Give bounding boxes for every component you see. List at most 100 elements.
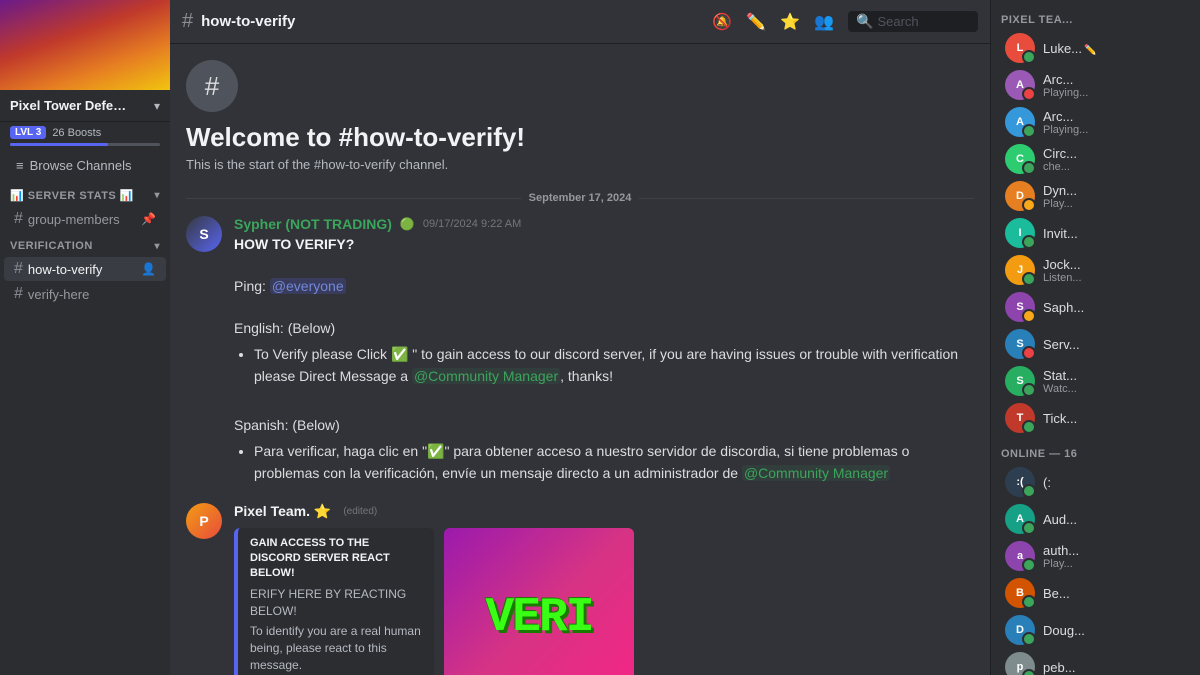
member-info-be: Be... <box>1043 586 1186 601</box>
boost-progress-fill <box>10 143 108 146</box>
member-info-peb: peb... <box>1043 660 1186 675</box>
member-dyn[interactable]: D Dyn... Play... <box>995 178 1196 214</box>
message-timestamp-sypher: 09/17/2024 9:22 AM <box>423 218 521 230</box>
bell-slash-icon[interactable]: 🔕 <box>712 12 732 32</box>
channel-welcome-title: Welcome to #how-to-verify! <box>186 122 525 153</box>
member-luke[interactable]: L Luke...✏️ <box>995 30 1196 66</box>
search-input[interactable] <box>877 14 967 29</box>
avatar-luke: L <box>1005 33 1035 63</box>
avatar-circ: C <box>1005 144 1035 174</box>
message-author-sypher: Sypher (NOT TRADING) <box>234 216 392 232</box>
member-aud[interactable]: A Aud... <box>995 501 1196 537</box>
hash-icon: # <box>205 71 219 102</box>
spanish-bullet-item: Para verificar, haga clic en "✅" para ob… <box>254 440 974 485</box>
online-section-title: ONLINE — 16 <box>991 442 1200 463</box>
member-status-arc1: Playing... <box>1043 87 1186 99</box>
channel-name-group-members: group-members <box>28 212 136 227</box>
date-divider-line-left <box>186 198 521 199</box>
member-circ[interactable]: C Circ... che... <box>995 141 1196 177</box>
channel-welcome-desc: This is the start of the #how-to-verify … <box>186 157 448 172</box>
member-arc1[interactable]: A Arc... Playing... <box>995 67 1196 103</box>
member-name-doug: Doug... <box>1043 623 1186 638</box>
channel-name-verify-here: verify-here <box>28 287 156 302</box>
avatar-saph: S <box>1005 292 1035 322</box>
avatar-be: B <box>1005 578 1035 608</box>
member-serv[interactable]: S Serv... <box>995 326 1196 362</box>
member-be[interactable]: B Be... <box>995 575 1196 611</box>
search-bar[interactable]: 🔍 <box>848 11 978 32</box>
avatar-aud: A <box>1005 504 1035 534</box>
member-status-jock: Listen... <box>1043 272 1186 284</box>
main-content: # how-to-verify 🔕 ✏️ ⭐ 👥 🔍 # Welcome to … <box>170 0 990 675</box>
message-content-pixel-team: Pixel Team. ⭐ (edited) GAIN ACCESS TO TH… <box>234 503 974 675</box>
server-banner <box>0 0 170 90</box>
search-icon: 🔍 <box>856 13 873 30</box>
member-name-auth: auth... <box>1043 543 1186 558</box>
embed-text: GAIN ACCESS TO THE DISCORD SERVER REACT … <box>234 528 434 675</box>
member-info-arc1: Arc... Playing... <box>1043 72 1186 99</box>
member-name-arc2: Arc... <box>1043 109 1186 124</box>
message-meta-pixel-team: Pixel Team. ⭐ (edited) <box>234 503 974 520</box>
avatar-arc2: A <box>1005 107 1035 137</box>
member-info-auth: auth... Play... <box>1043 543 1186 570</box>
embed-line-identify: To identify you are a real human being, … <box>250 623 422 673</box>
member-name-aud: Aud... <box>1043 512 1186 527</box>
member-name-stat: Stat... <box>1043 368 1186 383</box>
date-divider-line-right <box>639 198 974 199</box>
avatar-tick: T <box>1005 403 1035 433</box>
member-stat[interactable]: S Stat... Watc... <box>995 363 1196 399</box>
member-info-doug: Doug... <box>1043 623 1186 638</box>
section-header-server-stats[interactable]: 📊 SERVER STATS 📊 ▾ <box>0 185 170 206</box>
left-sidebar: Pixel Tower Defense ... ▾ LVL 3 26 Boost… <box>0 0 170 675</box>
member-tick[interactable]: T Tick... <box>995 400 1196 436</box>
member-jock[interactable]: J Jock... Listen... <box>995 252 1196 288</box>
embed-veri-image: VERI <box>444 528 634 675</box>
member-name-be: Be... <box>1043 586 1186 601</box>
star-icon[interactable]: ⭐ <box>780 12 800 32</box>
member-status-arc2: Playing... <box>1043 124 1186 136</box>
member-invit[interactable]: I Invit... <box>995 215 1196 251</box>
everyone-mention: @everyone <box>270 278 346 294</box>
member-name-circ: Circ... <box>1043 146 1186 161</box>
members-icon[interactable]: 👥 <box>814 12 834 32</box>
server-name: Pixel Tower Defense ... <box>10 98 130 113</box>
member-doug[interactable]: D Doug... <box>995 612 1196 648</box>
section-label: 📊 SERVER STATS 📊 <box>10 189 134 202</box>
member-info-tick: Tick... <box>1043 411 1186 426</box>
member-info-arc2: Arc... Playing... <box>1043 109 1186 136</box>
channel-hash-icon: # <box>14 260 23 278</box>
channel-header: # how-to-verify 🔕 ✏️ ⭐ 👥 🔍 <box>170 0 990 44</box>
avatar-auth: a <box>1005 541 1035 571</box>
pencil-icon[interactable]: ✏️ <box>746 12 766 32</box>
channel-item-group-members[interactable]: # group-members 📌 <box>4 207 166 231</box>
member-saph[interactable]: S Saph... <box>995 289 1196 325</box>
section-header-verification[interactable]: VERIFICATION ▾ <box>0 236 170 256</box>
browse-channels-button[interactable]: ≡ Browse Channels <box>6 152 164 179</box>
channel-welcome-icon: # <box>186 60 238 112</box>
member-name-colon: (: <box>1043 475 1186 490</box>
english-label: English: (Below) <box>234 320 335 336</box>
server-header[interactable]: Pixel Tower Defense ... ▾ <box>0 90 170 122</box>
channel-item-verify-here[interactable]: # verify-here <box>4 282 166 306</box>
member-colon[interactable]: :( (: <box>995 464 1196 500</box>
avatar-sypher: S <box>186 216 222 252</box>
member-auth[interactable]: a auth... Play... <box>995 538 1196 574</box>
channel-header-name: how-to-verify <box>201 13 295 30</box>
member-info-aud: Aud... <box>1043 512 1186 527</box>
pin-icon: 📌 <box>141 212 156 226</box>
section-verification: VERIFICATION ▾ # how-to-verify 👤 # verif… <box>0 236 170 307</box>
english-bullet-item: To Verify please Click ✅ " to gain acces… <box>254 343 974 388</box>
member-name-dyn: Dyn... <box>1043 183 1186 198</box>
right-sidebar: PIXEL TEA... L Luke...✏️ A Arc... Playin… <box>990 0 1200 675</box>
channel-item-how-to-verify[interactable]: # how-to-verify 👤 <box>4 257 166 281</box>
embed-line-verify-header: ERIFY HERE BY REACTING BELOW! <box>250 586 422 620</box>
message-group-sypher: S Sypher (NOT TRADING) 🟢 09/17/2024 9:22… <box>186 216 974 491</box>
channel-hash-icon: # <box>14 210 23 228</box>
community-manager-mention-es[interactable]: @Community Manager <box>742 465 890 481</box>
community-manager-mention-en[interactable]: @Community Manager <box>412 368 560 384</box>
member-arc2[interactable]: A Arc... Playing... <box>995 104 1196 140</box>
member-peb[interactable]: p peb... <box>995 649 1196 675</box>
section-server-stats: 📊 SERVER STATS 📊 ▾ # group-members 📌 <box>0 185 170 232</box>
channel-welcome: # Welcome to #how-to-verify! This is the… <box>186 60 974 172</box>
boost-progress-bar <box>10 143 160 146</box>
